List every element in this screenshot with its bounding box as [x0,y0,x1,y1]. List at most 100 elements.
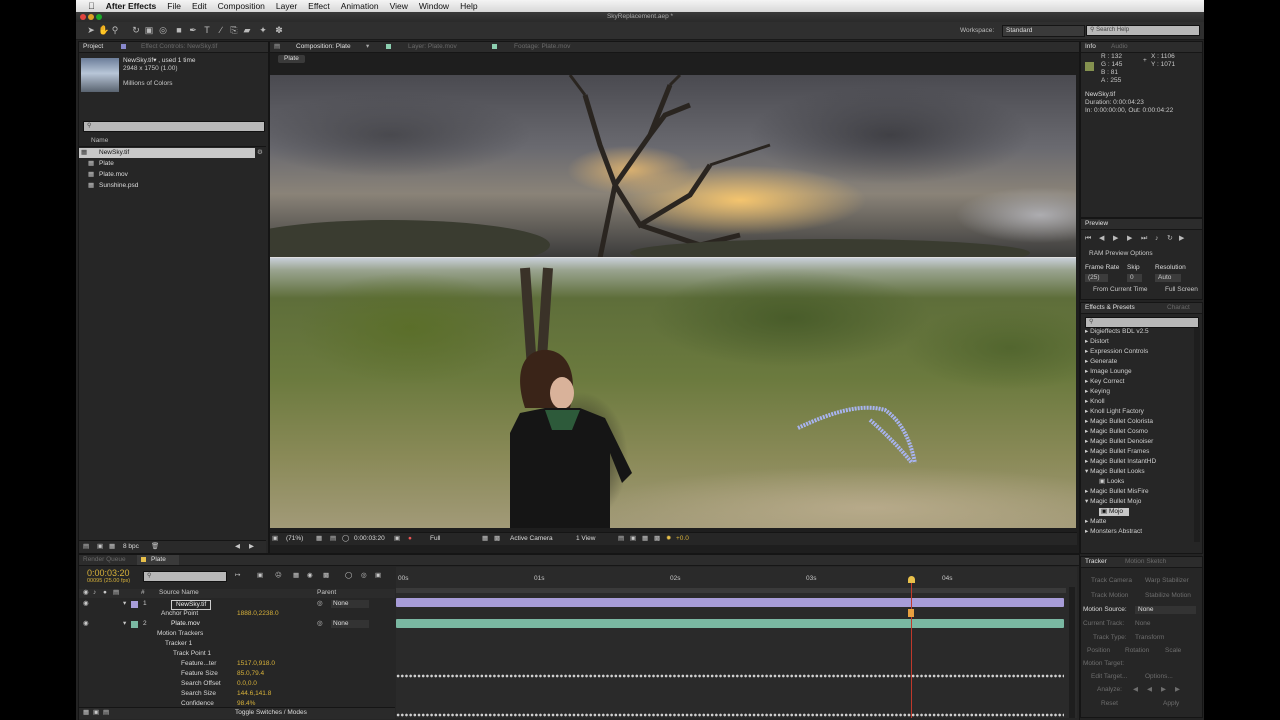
minimize-window-button[interactable] [88,14,94,20]
property-row[interactable]: Tracker 1 [79,639,395,649]
property-row[interactable]: Search Size 144.6,141.8 [79,689,395,699]
effects-item[interactable]: ▸ Matte [1085,518,1106,526]
roto-brush-tool-icon[interactable]: ✦ [258,25,268,35]
toggle-switches-modes-button[interactable]: Toggle Switches / Modes [235,709,307,717]
effects-item[interactable]: ▸ Distort [1085,338,1109,346]
menu-animation[interactable]: Animation [341,1,379,11]
effects-item[interactable]: ▸ Key Correct [1085,378,1124,386]
effects-item[interactable]: ▸ Magic Bullet Denoiser [1085,438,1153,446]
track-motion-button[interactable]: Track Motion [1091,592,1128,600]
property-label[interactable]: Feature...ter [181,660,216,668]
visibility-eye-icon[interactable]: ◉ [83,620,89,628]
property-label[interactable]: Search Offset [181,680,221,688]
solo-switch-icon[interactable]: ● [103,589,107,597]
work-area-bar[interactable] [396,588,1066,593]
zoom-window-button[interactable] [96,14,102,20]
property-label[interactable]: Feature Size [181,670,218,678]
video-switch-icon[interactable]: ◉ [83,589,89,597]
composition-viewer[interactable] [270,75,1076,528]
play-icon[interactable]: ▶ [1113,234,1118,243]
analyze-forward-icon[interactable]: ▶ [1161,686,1166,694]
property-value[interactable]: 1517.0,918.0 [237,660,275,668]
property-row[interactable]: Track Point 1 [79,649,395,659]
bpc-button[interactable]: 8 bpc [123,543,139,551]
tab-effect-controls[interactable]: Effect Controls: NewSky.tif [141,42,217,52]
full-screen-checkbox[interactable]: Full Screen [1165,286,1198,294]
safe-zones-icon[interactable]: ▦ [316,535,322,543]
menu-window[interactable]: Window [419,1,449,11]
comp-mini-flowchart-icon[interactable]: ↦ [235,572,240,580]
property-row[interactable]: Anchor Point 1888.0,2238.0 [79,609,395,619]
tab-character[interactable]: Charact [1167,303,1190,313]
loop-icon[interactable]: ↻ [1167,234,1173,243]
property-label[interactable]: Track Point 1 [173,650,211,658]
timeline-search-input[interactable]: ⚲ [143,571,227,582]
effects-item[interactable]: ▣ Looks [1099,478,1124,486]
feature-center-keyframes[interactable] [396,674,1064,678]
visibility-eye-icon[interactable]: ◉ [83,600,89,608]
effects-scrollbar[interactable] [1194,328,1200,542]
resolution-dropdown[interactable]: Auto [1155,274,1182,282]
ram-preview-options-dropdown[interactable]: RAM Preview Options [1089,250,1153,258]
analyze-next-icon[interactable]: ▶ [1175,686,1180,694]
options-button[interactable]: Options... [1145,673,1173,681]
zoom-dropdown[interactable]: (71%) [286,535,303,543]
toggle-pixel-aspect-icon[interactable]: ▤ [618,535,624,543]
project-item[interactable]: ▦ NewSky.tif [79,148,255,158]
track-type-dropdown[interactable]: Transform [1135,634,1164,642]
column-name[interactable]: Name [91,137,108,145]
flowchart-icon[interactable]: ▩ [654,535,660,543]
timeline-icon[interactable]: ▦ [642,535,648,543]
parent-dropdown[interactable]: None [331,600,369,608]
tab-composition[interactable]: Composition: Plate [296,42,351,52]
effects-search-input[interactable]: ⚲ [1085,317,1199,328]
type-tool-icon[interactable]: T [202,25,212,35]
property-row[interactable]: Feature...ter 1517.0,918.0 [79,659,395,669]
property-label[interactable]: Motion Trackers [157,630,203,638]
lock-switch-icon[interactable]: ▤ [113,589,119,597]
snapshot-icon[interactable]: ▣ [375,572,381,580]
graph-editor-icon[interactable]: ▩ [323,572,329,580]
frame-rate-dropdown[interactable]: (25) [1085,274,1108,282]
layer-row[interactable]: ◉ ▾ 1 NewSky.tif ◎ None [79,599,395,610]
pen-tool-icon[interactable]: ✒ [188,25,198,35]
time-ruler[interactable]: 00s 01s 02s 03s 04s [396,575,1068,585]
new-composition-icon[interactable]: ▦ [109,543,115,551]
parent-dropdown[interactable]: None [331,620,369,628]
resolution-dropdown[interactable]: Full [430,535,440,543]
motion-blur-icon[interactable]: ◉ [307,572,313,580]
trash-icon[interactable]: 🗑 [151,543,159,551]
effects-item[interactable]: ▸ Magic Bullet Frames [1085,448,1149,456]
menu-edit[interactable]: Edit [192,1,207,11]
confidence-keyframes[interactable] [396,713,1064,717]
effects-item[interactable]: ▸ Magic Bullet Colorista [1085,418,1153,426]
property-value[interactable]: 1888.0,2238.0 [237,610,279,618]
rectangle-tool-icon[interactable]: ■ [174,25,184,35]
tab-footage[interactable]: Footage: Plate.mov [514,42,570,52]
menu-composition[interactable]: Composition [218,1,265,11]
effects-item[interactable]: ▸ Expression Controls [1085,348,1148,356]
prev-frame-icon[interactable]: ◀ [1099,234,1104,243]
property-value[interactable]: 85.0,79.4 [237,670,264,678]
frame-blending-icon[interactable]: ▦ [293,572,299,580]
tab-audio[interactable]: Audio [1111,42,1128,52]
modes-icon[interactable]: ▣ [93,709,99,717]
plate-layer-bar[interactable] [396,619,1064,628]
expand-triangle-icon[interactable]: ▾ [123,600,126,608]
effects-item[interactable]: ▸ Magic Bullet MisFire [1085,488,1149,496]
effects-item[interactable]: ▸ Monsters Abstract [1085,528,1142,536]
eraser-tool-icon[interactable]: ▰ [242,25,252,35]
property-row[interactable]: Motion Trackers [79,629,395,639]
rotation-checkbox[interactable]: Rotation [1125,647,1149,655]
workspace-dropdown[interactable]: Standard [1002,25,1085,37]
channel-icon[interactable]: ● [408,535,412,543]
project-search-input[interactable]: ⚲ [83,121,265,132]
property-label[interactable]: Tracker 1 [165,640,192,648]
menu-help[interactable]: Help [460,1,477,11]
tab-effects-presets[interactable]: Effects & Presets [1085,303,1135,313]
layer-switches-icon[interactable]: ▦ [83,709,89,717]
anchor-keyframe-marker[interactable] [908,609,914,617]
brush-tool-icon[interactable]: ∕ [216,25,226,35]
menu-view[interactable]: View [390,1,408,11]
edit-target-button[interactable]: Edit Target... [1091,673,1127,681]
